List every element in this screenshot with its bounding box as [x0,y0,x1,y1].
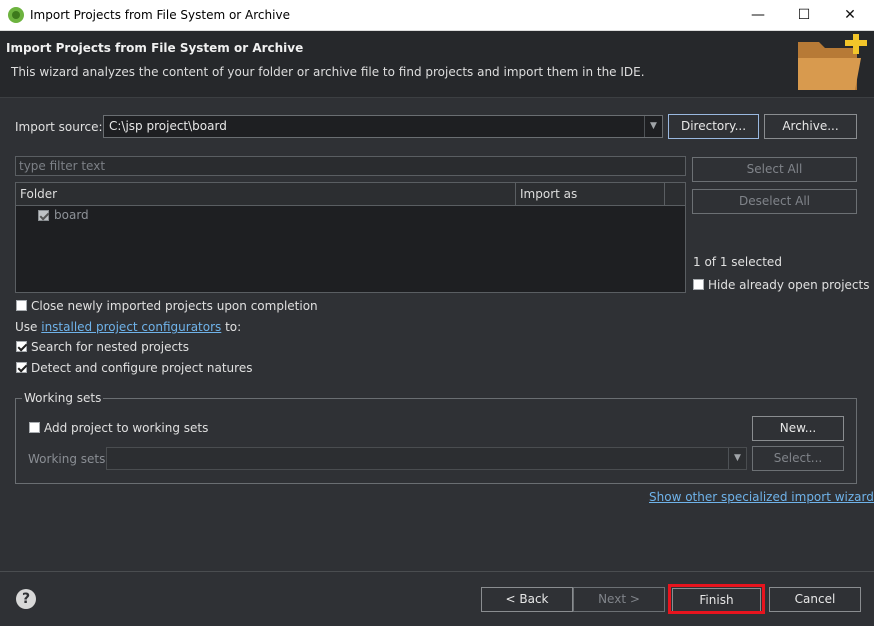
wizard-title: Import Projects from File System or Arch… [6,41,304,55]
minimize-button[interactable]: — [735,2,781,29]
close-imported-label[interactable]: Close newly imported projects upon compl… [31,299,318,313]
cancel-button[interactable]: Cancel [769,587,861,612]
add-to-working-sets-label[interactable]: Add project to working sets [44,421,208,435]
eclipse-app-icon [8,7,24,23]
working-sets-legend: Working sets [22,391,104,405]
import-source-label: Import source: [15,120,103,134]
hide-open-label[interactable]: Hide already open projects [708,278,869,292]
help-icon[interactable]: ? [16,589,36,609]
search-nested-checkbox[interactable] [16,341,27,352]
wizard-description: This wizard analyzes the content of your… [11,65,645,79]
chevron-down-icon[interactable]: ▼ [644,116,662,137]
import-folder-icon [798,34,867,90]
select-all-button[interactable]: Select All [692,157,857,182]
column-header-import-as[interactable]: Import as [516,183,665,205]
add-to-working-sets-checkbox[interactable] [29,422,40,433]
finish-highlight-box [668,584,765,614]
specialized-wizards-link[interactable]: Show other specialized import wizards [649,490,874,504]
title-bar: Import Projects from File System or Arch… [0,0,874,31]
import-source-combo[interactable]: C:\jsp project\board ▼ [103,115,663,138]
filter-input[interactable]: type filter text [15,156,686,176]
detect-natures-label[interactable]: Detect and configure project natures [31,361,252,375]
chevron-down-icon[interactable]: ▼ [728,448,746,469]
directory-button[interactable]: Directory... [668,114,759,139]
table-row[interactable]: board [16,207,685,225]
working-sets-label: Working sets: [28,452,110,466]
working-sets-combo[interactable]: ▼ [106,447,747,470]
use-configurators-text: Use installed project configurators to: [15,320,242,334]
back-button[interactable]: < Back [481,587,573,612]
close-button[interactable]: ✕ [827,2,873,29]
hide-open-checkbox[interactable] [693,279,704,290]
archive-button[interactable]: Archive... [764,114,857,139]
close-imported-checkbox[interactable] [16,300,27,311]
deselect-all-button[interactable]: Deselect All [692,189,857,214]
table-header: Folder Import as [16,183,685,206]
next-button[interactable]: Next > [573,587,665,612]
import-source-value: C:\jsp project\board [109,119,227,133]
detect-natures-checkbox[interactable] [16,362,27,373]
working-sets-group: Working sets [15,391,857,484]
footer-divider [0,571,874,572]
new-working-set-button[interactable]: New... [752,416,844,441]
wizard-header: Import Projects from File System or Arch… [0,31,874,98]
column-header-folder[interactable]: Folder [16,183,516,205]
row-folder: board [54,208,89,222]
configurators-link[interactable]: installed project configurators [41,320,221,334]
selected-count: 1 of 1 selected [693,255,782,269]
window-title: Import Projects from File System or Arch… [30,8,290,22]
maximize-button[interactable]: ☐ [781,2,827,29]
select-working-set-button[interactable]: Select... [752,446,844,471]
row-checkbox[interactable] [38,210,49,221]
search-nested-label[interactable]: Search for nested projects [31,340,189,354]
projects-table[interactable]: Folder Import as board [15,182,686,293]
